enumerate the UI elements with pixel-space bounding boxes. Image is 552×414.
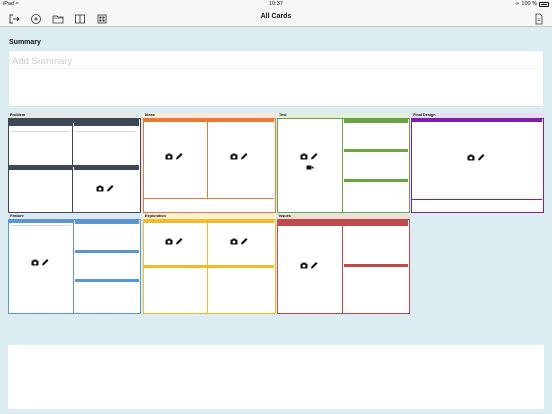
document-icon[interactable] [533, 12, 545, 25]
problem-cell[interactable] [74, 167, 139, 212]
card-problem[interactable]: Problem [8, 113, 141, 213]
media-actions [96, 185, 114, 192]
problem-cell[interactable] [9, 123, 73, 165]
media-actions [300, 262, 318, 269]
card-canvas[interactable] [411, 118, 544, 213]
exploration-cell[interactable] [209, 223, 274, 265]
card-canvas[interactable] [277, 118, 410, 213]
test-note-cell[interactable] [344, 182, 408, 212]
final-design-cell[interactable] [412, 122, 542, 199]
pencil-icon[interactable] [41, 259, 49, 266]
card-exploration[interactable]: Exploration [143, 214, 276, 314]
camera-icon[interactable] [96, 185, 104, 192]
pencil-icon[interactable] [175, 238, 183, 245]
pencil-icon[interactable] [240, 238, 248, 245]
cell-header [74, 123, 139, 126]
card-canvas[interactable] [8, 219, 141, 314]
pencil-icon[interactable] [175, 153, 183, 160]
cell-header [9, 123, 72, 126]
issue-note-cell[interactable] [344, 267, 408, 313]
divider [11, 131, 70, 132]
camera-icon[interactable] [300, 153, 308, 160]
status-bar: iPad ≈ 10:37 ∞ 100 % [0, 0, 552, 9]
pencil-icon[interactable] [310, 153, 318, 160]
test-note-cell[interactable] [344, 123, 408, 149]
camera-icon[interactable] [230, 153, 238, 160]
test-note-cell[interactable] [344, 152, 408, 179]
divider [12, 68, 540, 69]
summary-placeholder: Add Summary [12, 56, 73, 67]
feature-media-cell[interactable] [9, 220, 74, 313]
issue-media-cell[interactable] [278, 226, 343, 313]
divider [11, 225, 71, 226]
media-actions [467, 154, 485, 161]
card-ideas[interactable]: Ideas [143, 113, 276, 213]
pencil-icon[interactable] [240, 153, 248, 160]
media-actions [230, 153, 248, 160]
battery-indicator: ∞ 100 % [515, 1, 549, 7]
card-final-design[interactable]: Final Design [411, 113, 544, 213]
pencil-icon[interactable] [477, 154, 485, 161]
camera-icon[interactable] [230, 238, 238, 245]
main-content: Summary Add Summary Problem Ideas Test F… [0, 27, 552, 414]
card-issues[interactable]: Issues [277, 214, 410, 314]
pencil-icon[interactable] [310, 262, 318, 269]
exploration-note-cell[interactable] [209, 268, 274, 313]
problem-cell[interactable] [9, 167, 73, 212]
video-action [306, 164, 314, 171]
cell-header [9, 220, 73, 223]
card-canvas[interactable] [143, 219, 276, 314]
card-canvas[interactable] [277, 219, 410, 314]
final-design-notes[interactable] [412, 200, 542, 212]
camera-icon[interactable] [467, 154, 475, 161]
camera-icon[interactable] [165, 238, 173, 245]
toolbar: All Cards [0, 9, 552, 27]
media-actions [165, 153, 183, 160]
feature-note-cell[interactable] [75, 282, 139, 313]
video-camera-icon[interactable] [306, 164, 314, 171]
idea-cell[interactable] [144, 122, 208, 198]
empty-area [8, 345, 544, 409]
feature-note-cell[interactable] [75, 224, 139, 250]
clock: 10:37 [269, 1, 283, 7]
feature-note-cell[interactable] [75, 253, 139, 279]
media-actions [165, 238, 183, 245]
camera-icon[interactable] [165, 153, 173, 160]
problem-cell[interactable] [74, 123, 139, 165]
battery-icon [539, 1, 549, 7]
summary-heading: Summary [9, 39, 41, 46]
page-title: All Cards [260, 13, 292, 20]
divider [76, 131, 137, 132]
card-feature[interactable]: Feature [8, 214, 141, 314]
test-media-cell[interactable] [278, 119, 343, 212]
idea-notes[interactable] [144, 199, 274, 212]
card-canvas[interactable] [143, 118, 276, 213]
media-actions [300, 153, 318, 160]
idea-cell[interactable] [209, 122, 274, 198]
cell-header [74, 167, 139, 170]
cell-header [9, 167, 72, 170]
camera-icon[interactable] [300, 262, 308, 269]
summary-field[interactable]: Add Summary [8, 50, 544, 107]
card-canvas[interactable] [8, 118, 141, 213]
media-actions [31, 259, 49, 266]
exploration-cell[interactable] [144, 223, 208, 265]
issue-note-cell[interactable] [344, 226, 408, 264]
pencil-icon[interactable] [106, 185, 114, 192]
media-actions [230, 238, 248, 245]
card-test[interactable]: Test [277, 113, 410, 213]
bluetooth-icon: ∞ [515, 1, 520, 7]
exploration-note-cell[interactable] [144, 268, 208, 313]
camera-icon[interactable] [31, 259, 39, 266]
